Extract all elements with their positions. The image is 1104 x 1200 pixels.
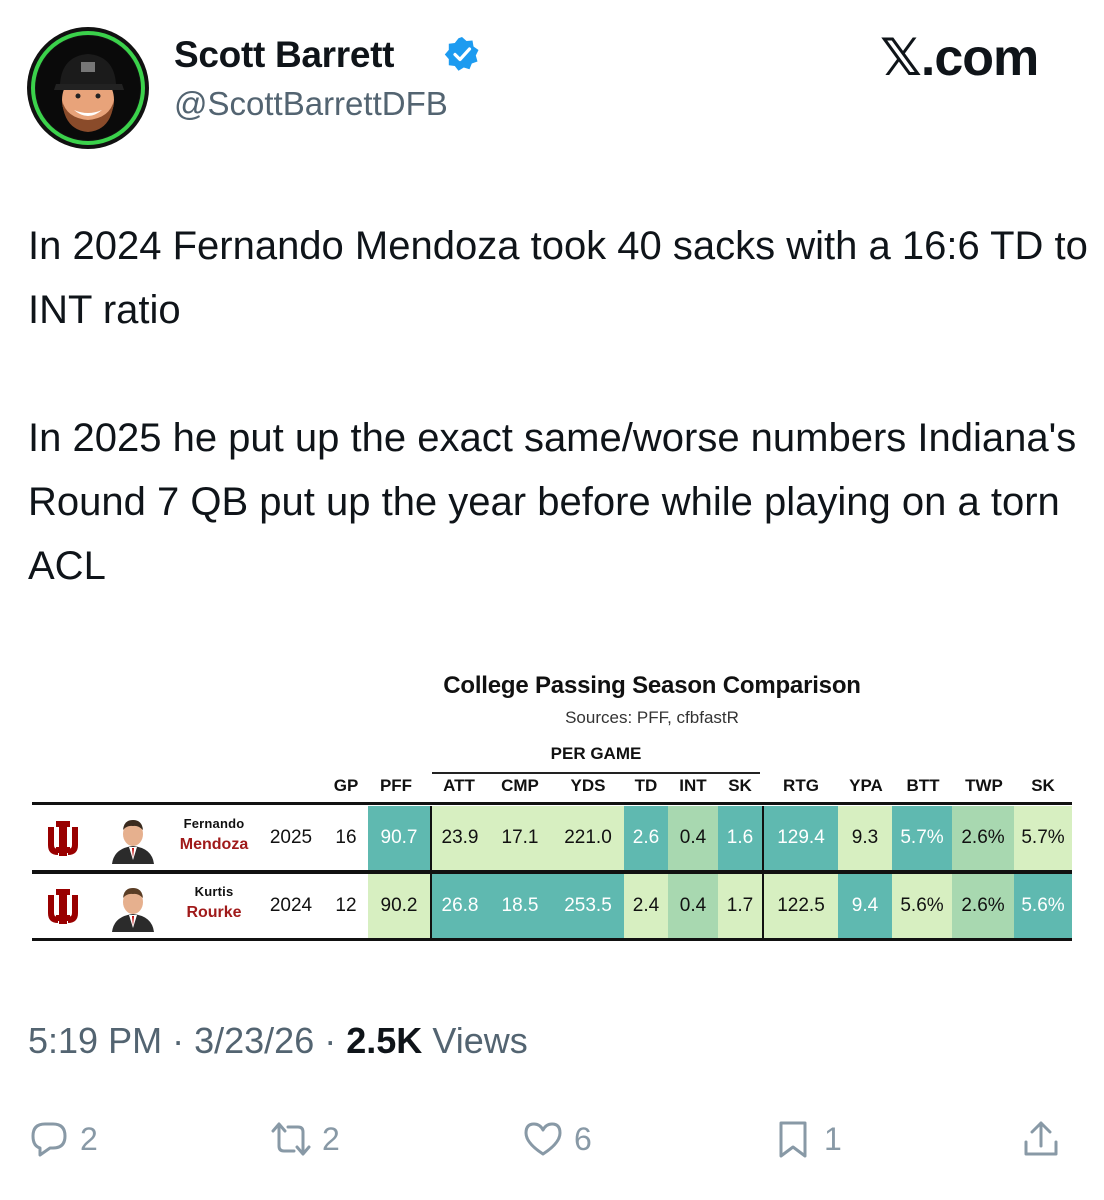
- share-icon: [1024, 1121, 1058, 1156]
- indiana-logo-icon: [48, 821, 78, 856]
- table-bottom-rule: [32, 938, 1072, 941]
- like-count: 6: [574, 1120, 592, 1157]
- cell-yds: 221.0: [552, 806, 624, 870]
- cell-yds: 253.5: [552, 874, 624, 938]
- tweet-paragraph: In 2025 he put up the exact same/worse n…: [28, 416, 1077, 588]
- header-yds: YDS: [570, 776, 606, 795]
- stats-comparison-image[interactable]: College Passing Season Comparison Source…: [32, 668, 1072, 950]
- cell-rtg: 129.4: [764, 806, 838, 870]
- table-row: Kurtis Rourke 2024 12 90.2 26.8 18.5 253…: [32, 874, 1072, 938]
- header-int: INT: [679, 776, 707, 795]
- heart-icon: [524, 1122, 562, 1156]
- bookmark-count: 1: [824, 1120, 842, 1157]
- table-sources: Sources: PFF, cfbfastR: [565, 708, 739, 727]
- season-year: 2025: [269, 827, 313, 848]
- player-first-name: Fernando: [183, 816, 245, 831]
- reply-icon: [31, 1122, 67, 1157]
- tweet-paragraph: In 2024 Fernando Mendoza took 40 sacks w…: [28, 224, 1088, 332]
- header-td: TD: [634, 776, 658, 795]
- player-last-name: Mendoza: [179, 836, 249, 853]
- brand-watermark: 𝕏.com: [880, 29, 1039, 87]
- header-sk-pct: SK: [1031, 776, 1055, 795]
- season-year: 2024: [269, 895, 313, 916]
- player-last-name: Rourke: [186, 904, 242, 921]
- cell-sk: 1.6: [718, 806, 762, 870]
- header-ypa: YPA: [849, 776, 883, 795]
- player-headshot-icon: [112, 888, 154, 932]
- cell-td: 2.6: [624, 806, 668, 870]
- header-rule: [32, 802, 1072, 805]
- header-btt: BTT: [906, 776, 940, 795]
- indiana-logo-icon: [48, 889, 78, 924]
- action-bar: 2 2 6 1: [0, 1116, 1104, 1166]
- tweet-time[interactable]: 5:19 PM: [28, 1020, 162, 1061]
- reply-button[interactable]: 2: [28, 1116, 98, 1162]
- bookmark-button[interactable]: 1: [772, 1116, 842, 1162]
- cell-int: 0.4: [668, 806, 718, 870]
- bookmark-icon: [779, 1121, 807, 1158]
- views-label: Views: [432, 1020, 528, 1061]
- repost-icon: [271, 1122, 311, 1156]
- cell-btt: 5.6%: [892, 874, 952, 938]
- cell-rtg: 122.5: [764, 874, 838, 938]
- tweet-date[interactable]: 3/23/26: [194, 1020, 314, 1061]
- cell-gp: 16: [335, 827, 357, 848]
- player-first-name: Kurtis: [194, 884, 234, 899]
- author-name[interactable]: Scott Barrett: [174, 34, 395, 76]
- header-rtg: RTG: [783, 776, 819, 795]
- header-cmp: CMP: [501, 776, 539, 795]
- cell-twp: 2.6%: [952, 874, 1014, 938]
- cell-sk-pct: 5.6%: [1014, 874, 1072, 938]
- cell-ypa: 9.3: [838, 806, 892, 870]
- player-headshot-icon: [112, 820, 154, 864]
- cell-att: 26.8: [432, 874, 488, 938]
- cell-sk-pct: 5.7%: [1014, 806, 1072, 870]
- cell-cmp: 18.5: [488, 874, 552, 938]
- header-pff: PFF: [379, 776, 413, 795]
- per-game-underline: [432, 772, 760, 774]
- reply-count: 2: [80, 1120, 98, 1157]
- author-handle[interactable]: @ScottBarrettDFB: [174, 85, 448, 123]
- cell-int: 0.4: [668, 874, 718, 938]
- verified-badge-icon: [444, 37, 479, 71]
- header-gp: GP: [333, 776, 359, 795]
- views-count: 2.5K: [346, 1020, 423, 1061]
- author-avatar[interactable]: [26, 26, 150, 150]
- like-button[interactable]: 6: [522, 1116, 592, 1162]
- header-sk: SK: [728, 776, 752, 795]
- repost-button[interactable]: 2: [270, 1116, 340, 1162]
- share-button[interactable]: [1020, 1116, 1062, 1162]
- table-row: Fernando Mendoza 2025 16 90.7 23.9 17.1 …: [32, 806, 1072, 870]
- cell-sk: 1.7: [718, 874, 762, 938]
- cell-ypa: 9.4: [838, 874, 892, 938]
- cell-td: 2.4: [624, 874, 668, 938]
- repost-count: 2: [322, 1120, 340, 1157]
- cell-gp: 12: [335, 895, 357, 916]
- cell-btt: 5.7%: [892, 806, 952, 870]
- cell-twp: 2.6%: [952, 806, 1014, 870]
- cell-cmp: 17.1: [488, 806, 552, 870]
- cell-pff: 90.7: [368, 806, 430, 870]
- group-divider: [762, 806, 764, 938]
- header-att: ATT: [443, 776, 475, 795]
- cell-att: 23.9: [432, 806, 488, 870]
- per-game-label: PER GAME: [550, 744, 642, 763]
- header-twp: TWP: [965, 776, 1003, 795]
- meta-separator: ·: [172, 1020, 185, 1061]
- cell-pff: 90.2: [368, 874, 430, 938]
- tweet-text: In 2024 Fernando Mendoza took 40 sacks w…: [28, 214, 1088, 598]
- meta-separator: ·: [324, 1020, 337, 1061]
- table-title: College Passing Season Comparison: [443, 672, 861, 699]
- tweet-meta: 5:19 PM · 3/23/26 · 2.5K Views: [28, 1020, 528, 1062]
- group-divider: [430, 806, 432, 938]
